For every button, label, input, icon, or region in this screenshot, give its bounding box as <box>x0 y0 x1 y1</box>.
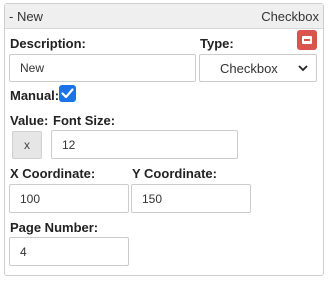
manual-label: Manual: <box>10 88 60 103</box>
y-coordinate-label: Y Coordinate: <box>132 166 217 181</box>
font-size-label: Font Size: <box>53 113 116 128</box>
x-coordinate-label: X Coordinate: <box>10 166 96 181</box>
type-selected-value: Checkbox <box>220 60 278 76</box>
page-number-label: Page Number: <box>10 220 99 235</box>
y-coordinate-input[interactable]: 150 <box>131 184 251 213</box>
page-number-input[interactable]: 4 <box>9 237 129 266</box>
font-size-value: 12 <box>62 137 76 152</box>
remove-field-button[interactable] <box>297 30 317 50</box>
type-select[interactable]: Checkbox <box>199 54 317 82</box>
description-label: Description: <box>10 36 86 51</box>
x-coordinate-input[interactable]: 100 <box>9 184 129 213</box>
minus-icon <box>302 36 312 44</box>
panel-type-label: Checkbox <box>261 8 319 24</box>
font-size-input[interactable]: 12 <box>51 130 238 159</box>
checkmark-icon <box>61 88 74 99</box>
type-label: Type: <box>200 36 234 51</box>
description-value: New <box>20 61 45 75</box>
value-label: Value: <box>10 113 49 128</box>
font-size-prefix: x <box>12 131 42 159</box>
page-number-value: 4 <box>20 244 27 259</box>
manual-checkbox[interactable] <box>59 85 76 102</box>
description-input[interactable]: New <box>9 54 196 82</box>
panel-header[interactable]: - New Checkbox <box>5 4 323 29</box>
panel-title: - New <box>9 8 43 24</box>
chevron-down-icon <box>298 64 308 71</box>
x-coordinate-value: 100 <box>20 191 41 206</box>
y-coordinate-value: 150 <box>142 191 163 206</box>
